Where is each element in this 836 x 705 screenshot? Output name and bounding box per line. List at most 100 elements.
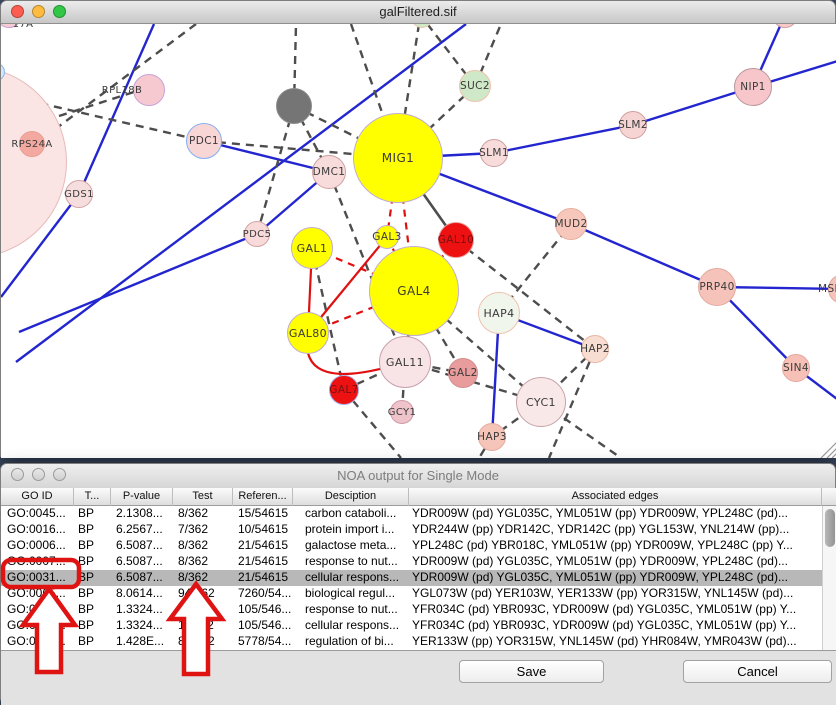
table-cell: BP bbox=[74, 522, 111, 538]
column-header-test[interactable]: Test bbox=[173, 488, 233, 506]
table-cell: GO:0006... bbox=[1, 538, 74, 554]
node-GAL11[interactable]: GAL11 bbox=[379, 336, 431, 388]
node-GAL10[interactable]: GAL10 bbox=[438, 222, 474, 258]
node-CYC1[interactable]: CYC1 bbox=[516, 377, 566, 427]
table-row[interactable]: GO:0065...BP8.0614...94/3627260/54...bio… bbox=[1, 586, 822, 602]
table-cell: YFR034C (pd) YBR093C, YDR009W (pd) YGL03… bbox=[409, 602, 822, 618]
node-label: PDC5 bbox=[243, 229, 272, 240]
table-cell: YPL248C (pd) YBR018C, YML051W (pp) YDR00… bbox=[409, 538, 822, 554]
node-GCY1[interactable]: GCY1 bbox=[390, 400, 414, 424]
column-header-associated-edges[interactable]: Associated edges bbox=[409, 488, 822, 506]
node-GAL80[interactable]: GAL80 bbox=[287, 312, 329, 354]
node-17a[interactable]: 17A bbox=[1, 24, 22, 28]
node-SLM1[interactable]: SLM1 bbox=[480, 139, 508, 167]
node-RPS24A[interactable]: RPS24A bbox=[19, 131, 45, 157]
node-GAL2[interactable]: GAL2 bbox=[448, 358, 478, 388]
table-cell: 21/54615 bbox=[233, 554, 293, 570]
table-cell: 1.3324... bbox=[111, 618, 173, 634]
vertical-scrollbar[interactable] bbox=[822, 506, 836, 650]
table-row[interactable]: GO:0050...BP1.428E...80/3625778/54...reg… bbox=[1, 634, 822, 650]
table-cell: 7260/54... bbox=[233, 586, 293, 602]
table-cell: 8/362 bbox=[173, 538, 233, 554]
table-row[interactable]: GO:0045...BP2.1308...8/36215/54615carbon… bbox=[1, 506, 822, 522]
table-cell: YFR034C (pd) YBR093C, YDR009W (pd) YGL03… bbox=[409, 618, 822, 634]
column-header-referen-[interactable]: Referen... bbox=[233, 488, 293, 506]
node-HAP3[interactable]: HAP3 bbox=[478, 423, 506, 451]
table-row[interactable]: GO:0031...BP1.3324...11/362105/546...cel… bbox=[1, 618, 822, 634]
node-label: SIN4 bbox=[783, 362, 809, 374]
node-label: SLM1 bbox=[479, 147, 509, 159]
table-cell: regulation of bi... bbox=[293, 634, 409, 650]
table-row[interactable]: GO:0031...BP1.3324...11/362105/546...res… bbox=[1, 602, 822, 618]
node-label: HAP4 bbox=[483, 307, 514, 320]
table-cell: YDR009W (pd) YGL035C, YML051W (pp) YDR00… bbox=[409, 570, 822, 586]
node-PDC5[interactable]: PDC5 bbox=[244, 221, 270, 247]
table-cell: BP bbox=[74, 554, 111, 570]
table-cell: response to nut... bbox=[293, 554, 409, 570]
cancel-button[interactable]: Cancel bbox=[683, 660, 832, 683]
network-canvas[interactable]: 17A RPL18B RPS24A GDS1 PDC1 PDC5 DMC1MIG1 SUC2 S… bbox=[1, 24, 836, 458]
network-window-titlebar: galFiltered.sif bbox=[1, 1, 835, 24]
node-MIG1[interactable]: MIG1 bbox=[353, 113, 443, 203]
column-header-p-value[interactable]: P-value bbox=[111, 488, 173, 506]
node-label: CYC1 bbox=[526, 396, 556, 409]
table-cell: 11/362 bbox=[173, 602, 233, 618]
column-header-go-id[interactable]: GO ID bbox=[1, 488, 74, 506]
table-cell: 94/362 bbox=[173, 586, 233, 602]
node-RPL18B[interactable]: RPL18B bbox=[133, 74, 165, 106]
edge bbox=[46, 24, 196, 136]
table-row[interactable]: GO:0031...BP6.5087...8/36221/54615cellul… bbox=[1, 570, 822, 586]
node-label: GDS1 bbox=[64, 189, 94, 200]
network-window-title: galFiltered.sif bbox=[1, 4, 835, 19]
table-cell: protein import i... bbox=[293, 522, 409, 538]
node-label: GAL10 bbox=[438, 234, 475, 246]
table-cell: 8/362 bbox=[173, 554, 233, 570]
table-cell: BP bbox=[74, 618, 111, 634]
table-row[interactable]: GO:0016...BP6.2567...7/36210/54615protei… bbox=[1, 522, 822, 538]
table-cell: GO:0065... bbox=[1, 586, 74, 602]
node-label: HAP3 bbox=[477, 431, 507, 443]
node-PDC1[interactable]: PDC1 bbox=[186, 123, 222, 159]
column-header-t-[interactable]: T... bbox=[74, 488, 111, 506]
table-cell: 8/362 bbox=[173, 570, 233, 586]
node-label: GAL4 bbox=[397, 284, 430, 298]
table-cell: 6.2567... bbox=[111, 522, 173, 538]
node-NIP1[interactable]: NIP1 bbox=[734, 68, 772, 106]
node-label: NIP1 bbox=[740, 81, 766, 93]
node-label: HAP2 bbox=[580, 343, 610, 355]
node-SLM2[interactable]: SLM2 bbox=[619, 111, 647, 139]
node-label: RPL18B bbox=[102, 85, 143, 96]
node-HAP4[interactable]: HAP4 bbox=[478, 292, 520, 334]
node-HAP2[interactable]: HAP2 bbox=[581, 335, 609, 363]
edge bbox=[571, 224, 717, 287]
column-header-desciption[interactable]: Desciption bbox=[293, 488, 409, 506]
table-row[interactable]: GO:0007...BP6.5087...8/36221/54615respon… bbox=[1, 554, 822, 570]
node-MUD2[interactable]: MUD2 bbox=[555, 208, 587, 240]
node-GDS1[interactable]: GDS1 bbox=[65, 180, 93, 208]
table-cell: 1.3324... bbox=[111, 602, 173, 618]
table-cell: YGL073W (pd) YER103W, YER133W (pp) YOR31… bbox=[409, 586, 822, 602]
node-GAL7[interactable]: GAL7 bbox=[329, 375, 359, 405]
node-DMC1[interactable]: DMC1 bbox=[312, 155, 346, 189]
scrollbar-thumb[interactable] bbox=[825, 509, 835, 547]
table-cell: galactose meta... bbox=[293, 538, 409, 554]
node-SIN4[interactable]: SIN4 bbox=[782, 354, 810, 382]
node-PRP40[interactable]: PRP40 bbox=[698, 268, 736, 306]
node-GAL1[interactable]: GAL1 bbox=[291, 227, 333, 269]
table-cell: GO:0050... bbox=[1, 634, 74, 650]
table-header[interactable]: GO IDT...P-valueTestReferen...Desciption… bbox=[1, 488, 836, 506]
node-GAL4[interactable]: GAL4 bbox=[369, 246, 459, 336]
edge bbox=[456, 240, 595, 349]
node-SUC2[interactable]: SUC2 bbox=[459, 70, 491, 102]
save-button[interactable]: Save bbox=[459, 660, 604, 683]
node-label: GAL1 bbox=[297, 242, 328, 255]
node-GAL3[interactable]: GAL3 bbox=[375, 225, 399, 249]
table-cell: 15/54615 bbox=[233, 506, 293, 522]
network-window: galFiltered.sif 17A RPL18B RPS24A GDS1 PDC1 P… bbox=[0, 0, 836, 457]
table-cell: 11/362 bbox=[173, 618, 233, 634]
table-cell: 6.5087... bbox=[111, 554, 173, 570]
gray-node[interactable] bbox=[276, 88, 312, 124]
table-row[interactable]: GO:0006...BP6.5087...8/36221/54615galact… bbox=[1, 538, 822, 554]
table-cell: 80/362 bbox=[173, 634, 233, 650]
table-cell: 21/54615 bbox=[233, 538, 293, 554]
